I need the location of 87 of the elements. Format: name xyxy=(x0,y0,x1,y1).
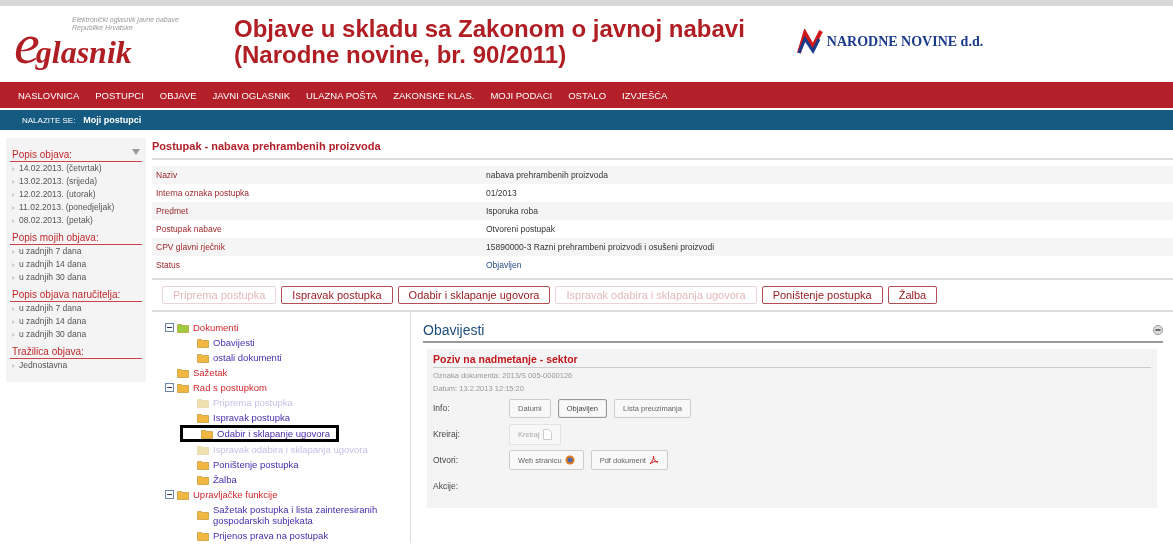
sidebar-link[interactable]: 13.02.2013. (srijeda) xyxy=(19,176,97,187)
folder-icon xyxy=(197,510,210,520)
sidebar-heading: Popis objava: xyxy=(12,149,73,160)
collapse-icon[interactable] xyxy=(165,323,174,332)
folder-icon xyxy=(201,428,214,439)
field-value: 01/2013 xyxy=(486,188,517,198)
field-value: Isporuka roba xyxy=(486,206,538,216)
field-label: Naziv xyxy=(155,170,179,180)
sidebar-link[interactable]: 14.02.2013. (četvrtak) xyxy=(19,163,102,174)
folder-icon xyxy=(197,397,210,408)
nav-link[interactable]: OSTALO xyxy=(560,89,615,101)
tree-item[interactable]: Rad s postupkom xyxy=(160,380,272,395)
panel-title: Obavijesti xyxy=(423,322,485,338)
sidebar-link[interactable]: 08.02.2013. (petak) xyxy=(19,215,93,226)
partner-logo-icon xyxy=(796,29,825,55)
partner-name: NARODNE NOVINE d.d. xyxy=(826,34,984,50)
tree-item[interactable]: Sažetak postupka i lista zainteresiranih gospodarskih subjekata xyxy=(180,502,410,528)
tree-item[interactable]: Odabir i sklapanje ugovora xyxy=(180,425,339,442)
folder-icon xyxy=(197,459,210,470)
field-value: Objavljen xyxy=(486,260,522,270)
breadcrumb-label: NALAZITE SE: xyxy=(22,115,76,125)
field-label: CPV glavni rječnik xyxy=(155,242,226,252)
nav-link[interactable]: ZAKONSKE KLAS. xyxy=(385,89,483,101)
sidebar-heading: Popis objava naručitelja: xyxy=(12,289,121,300)
folder-icon xyxy=(197,412,210,423)
sidebar-link[interactable]: 12.02.2013. (utorak) xyxy=(19,189,96,200)
tree-item[interactable]: Obavijesti xyxy=(180,335,260,350)
tree-item[interactable]: Žalba xyxy=(180,472,242,487)
notice-title: Poziv na nadmetanje - sektor xyxy=(433,353,1151,368)
folder-icon xyxy=(177,367,190,378)
field-value: Otvoreni postupak xyxy=(486,224,555,234)
tree-item[interactable]: Dokumenti xyxy=(160,320,244,335)
breadcrumb-link[interactable]: Moji postupci xyxy=(83,115,142,125)
row-label: Info: xyxy=(433,403,451,413)
action-button[interactable]: Ispravak postupka xyxy=(281,286,393,304)
pdf-icon xyxy=(648,455,659,465)
dropdown-icon[interactable] xyxy=(132,149,140,155)
nav-link[interactable]: IZVJEŠĆA xyxy=(614,89,676,101)
sidebar-link[interactable]: u zadnjih 7 dana xyxy=(19,246,82,257)
field-label: Interna oznaka postupka xyxy=(155,188,251,198)
folder-icon xyxy=(197,352,210,363)
tree-item[interactable]: Ispravak postupka xyxy=(180,410,296,425)
collapse-icon[interactable] xyxy=(165,490,174,499)
action-button[interactable]: Žalba xyxy=(887,286,938,304)
folder-icon xyxy=(177,322,190,333)
sidebar-link[interactable]: u zadnjih 30 dana xyxy=(19,272,87,283)
tree-item[interactable]: ostali dokumenti xyxy=(180,350,287,365)
document-icon xyxy=(542,428,552,440)
folder-icon xyxy=(177,489,190,500)
field-label: Postupak nabave xyxy=(155,224,223,234)
nav-link[interactable]: MOJI PODACI xyxy=(482,89,561,101)
folder-icon xyxy=(177,382,190,393)
page-title: Objave u skladu sa Zakonom o javnoj nabavi (Narodne novine, br. 90/2011) xyxy=(234,16,745,68)
collapse-icon[interactable] xyxy=(1153,325,1163,335)
sidebar-link[interactable]: u zadnjih 14 dana xyxy=(19,259,87,270)
folder-icon xyxy=(197,474,210,485)
folder-icon xyxy=(197,530,210,541)
action-button[interactable]: Poništenje postupka xyxy=(761,286,883,304)
row-label: Kreiraj: xyxy=(433,429,461,439)
collapse-icon[interactable] xyxy=(165,383,174,392)
tree-item[interactable]: Prijenos prava na postupak xyxy=(180,528,334,543)
action-button[interactable]: Odabir i sklapanje ugovora xyxy=(397,286,551,304)
field-label: Predmet xyxy=(155,206,190,216)
sidebar-heading: Popis mojih objava: xyxy=(12,232,99,243)
nav-link[interactable]: ULAZNA POŠTA xyxy=(298,89,386,101)
nav-link[interactable]: NASLOVNICA xyxy=(10,89,88,101)
row-label: Akcije: xyxy=(433,481,460,491)
sidebar-link[interactable]: u zadnjih 30 dana xyxy=(19,329,87,340)
field-value: nabava prehrambenih proizvoda xyxy=(486,170,608,180)
tree-item[interactable]: Upravljačke funkcije xyxy=(160,487,283,502)
tree-item[interactable]: Sažetak xyxy=(160,365,233,380)
globe-icon xyxy=(564,455,575,465)
nav-link[interactable]: POSTUPCI xyxy=(87,89,152,101)
sidebar-link[interactable]: u zadnjih 14 dana xyxy=(19,316,87,327)
nav-link[interactable]: JAVNI OGLASNIK xyxy=(204,89,299,101)
sidebar-heading: Tražilica objava: xyxy=(12,346,84,357)
sidebar-link[interactable]: u zadnjih 7 dana xyxy=(19,303,82,314)
procedure-title: Postupak - nabava prehrambenih proizvoda xyxy=(152,138,1173,160)
folder-icon xyxy=(197,444,210,455)
sidebar-link[interactable]: Jednostavna xyxy=(19,360,68,371)
sidebar-link[interactable]: 11.02.2013. (ponedjeljak) xyxy=(19,202,115,213)
nav-link[interactable]: OBJAVE xyxy=(151,89,205,101)
row-label: Otvori: xyxy=(433,455,460,465)
field-label: Status xyxy=(155,260,182,270)
field-value: 15890000-3 Razni prehrambeni proizvodi i osušeni proizvodi xyxy=(486,242,715,252)
tree-item[interactable]: Poništenje postupka xyxy=(180,457,304,472)
folder-icon xyxy=(197,337,210,348)
